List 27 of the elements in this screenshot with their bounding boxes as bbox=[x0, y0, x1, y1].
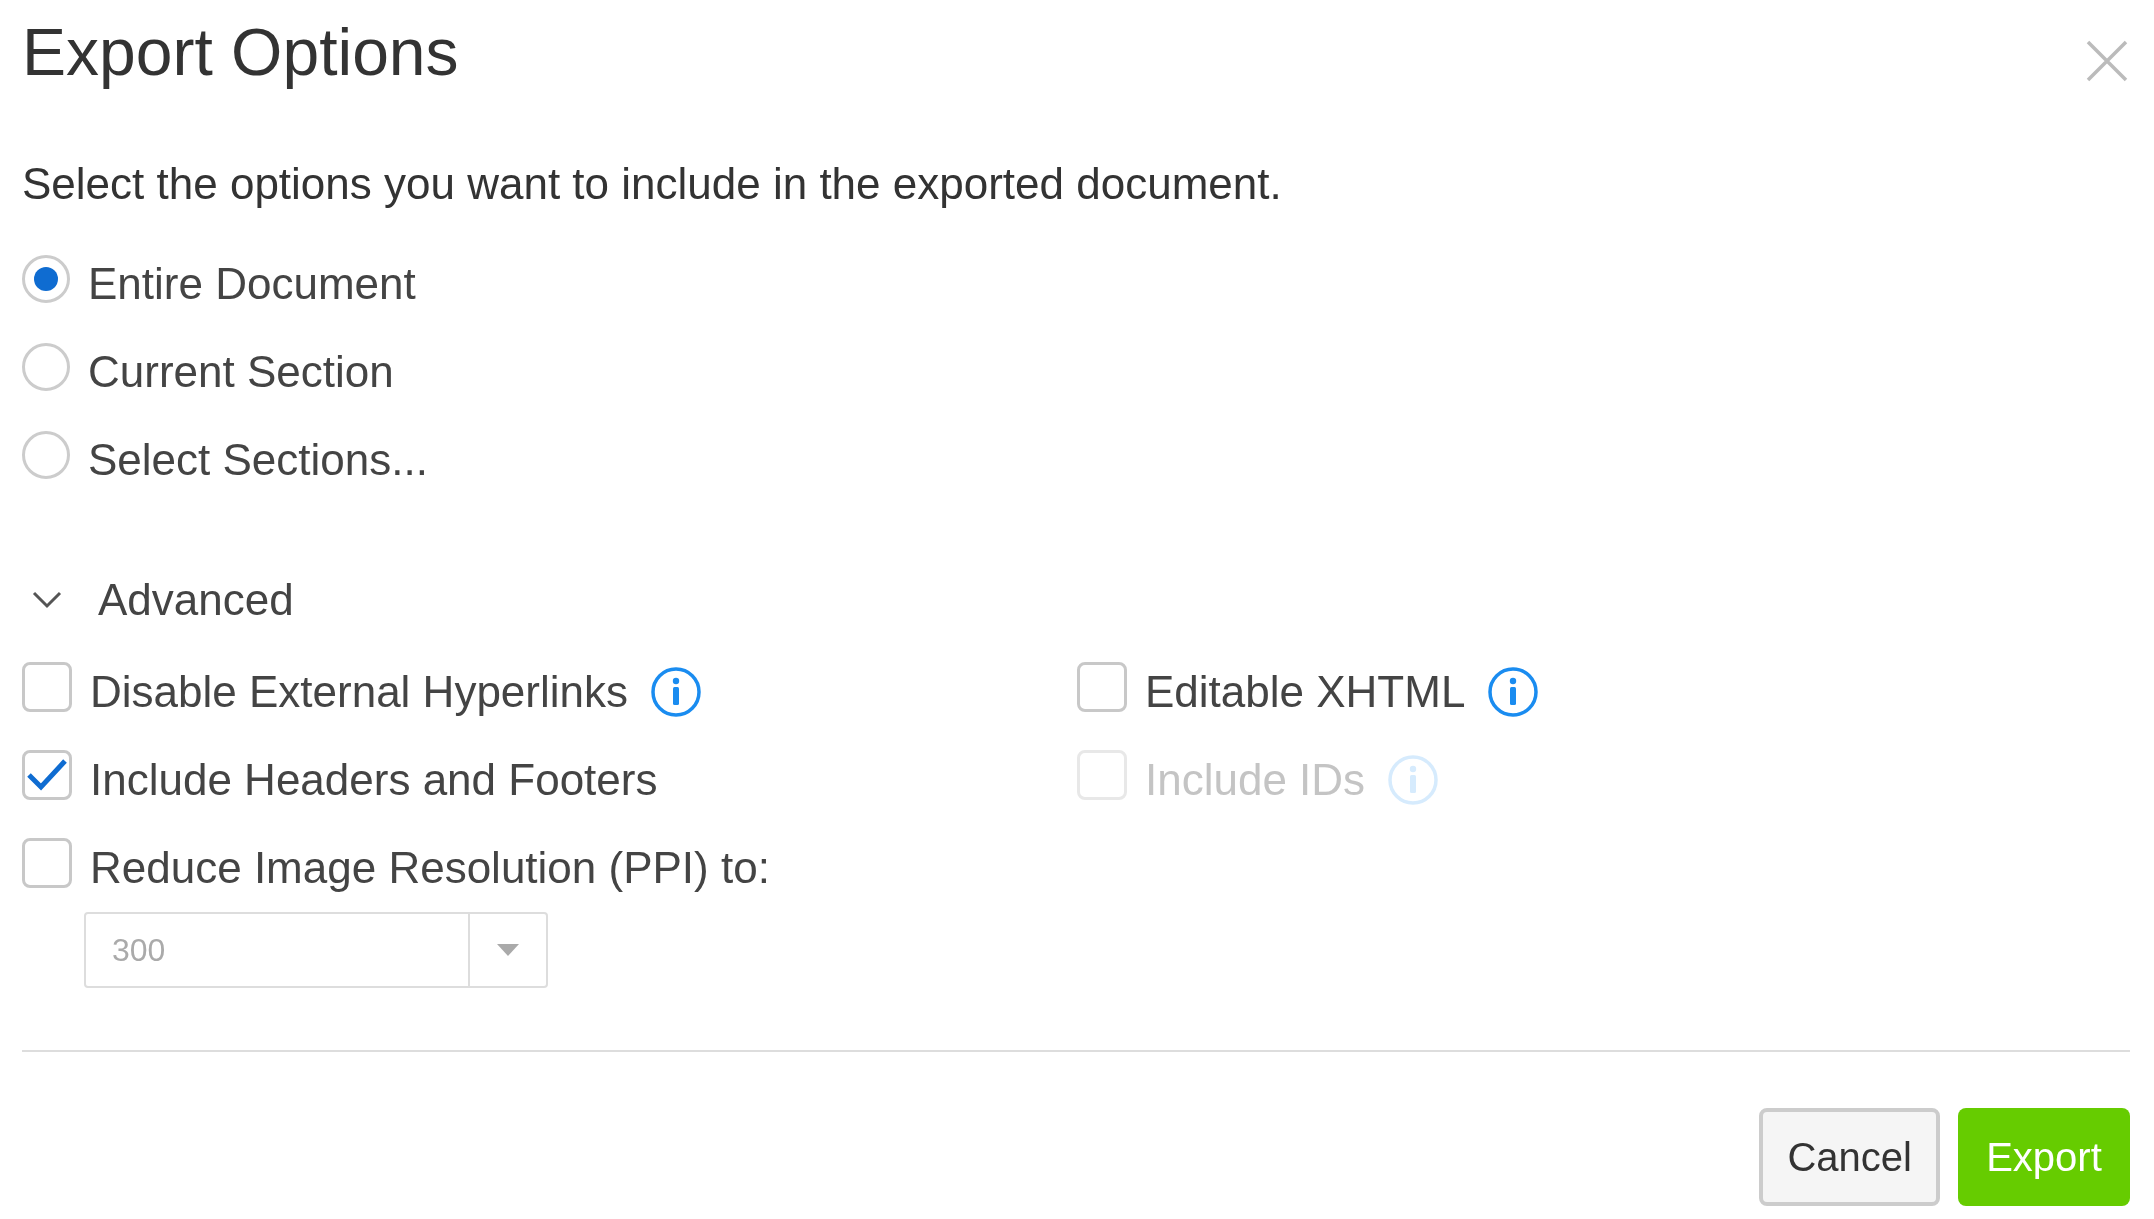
radio-label[interactable]: Current Section bbox=[88, 347, 394, 397]
close-button[interactable] bbox=[2084, 38, 2130, 84]
checkbox[interactable] bbox=[1077, 662, 1127, 712]
chevron-down-icon bbox=[32, 590, 62, 610]
radio-button[interactable] bbox=[22, 343, 70, 391]
dialog-title: Export Options bbox=[22, 14, 459, 91]
section-heading[interactable]: Advanced bbox=[98, 575, 294, 625]
checkbox-label[interactable]: Include Headers and Footers bbox=[90, 755, 658, 805]
checkmark-icon bbox=[25, 757, 69, 793]
checkbox[interactable] bbox=[22, 662, 72, 712]
info-icon[interactable] bbox=[1487, 666, 1540, 718]
description: Select the options you want to include in the exported document. bbox=[22, 158, 1283, 210]
chevron-button[interactable] bbox=[32, 590, 62, 610]
radio-label[interactable]: Entire Document bbox=[88, 259, 416, 309]
caret-icon bbox=[497, 944, 519, 956]
radio-label[interactable]: Select Sections... bbox=[88, 435, 428, 485]
close-icon bbox=[2084, 38, 2130, 84]
checkbox-label[interactable]: Disable External Hyperlinks bbox=[90, 667, 628, 717]
info-icon[interactable] bbox=[650, 666, 702, 718]
cancel-button[interactable]: Cancel bbox=[1759, 1108, 1940, 1206]
checkbox-label[interactable]: Editable XHTML bbox=[1145, 667, 1466, 717]
radio-button[interactable] bbox=[22, 431, 70, 479]
checkbox[interactable] bbox=[22, 838, 72, 888]
radio-button[interactable] bbox=[22, 255, 70, 303]
checkbox-label[interactable]: Reduce Image Resolution (PPI) to: bbox=[90, 843, 770, 893]
checkbox[interactable] bbox=[22, 750, 72, 800]
dropdown-value: 300 bbox=[111, 930, 167, 970]
